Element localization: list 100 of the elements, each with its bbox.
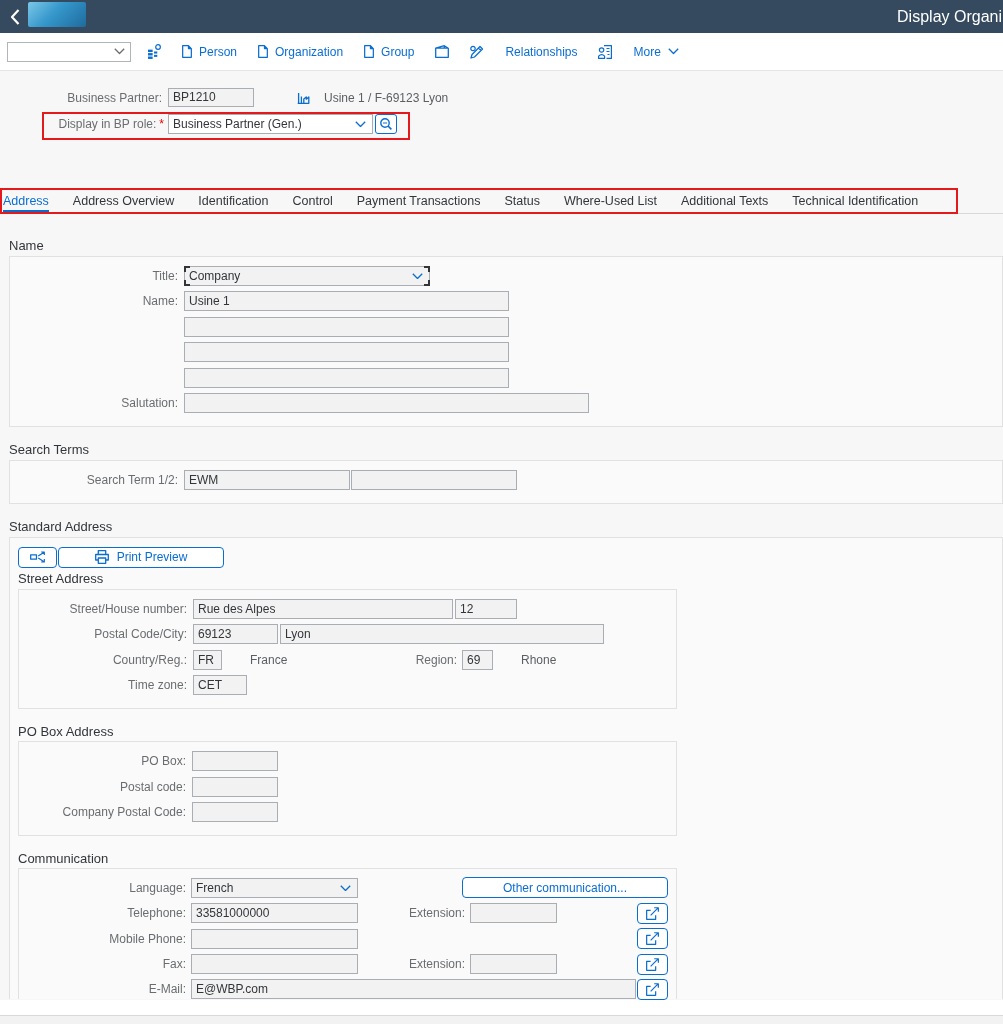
section-heading: Street Address — [18, 570, 105, 587]
dropdown-field[interactable] — [7, 41, 131, 62]
input-field[interactable] — [470, 954, 557, 975]
field-label: Business Partner: — [67, 90, 162, 105]
toolbar-button[interactable]: Person — [182, 43, 238, 60]
field-label: Mobile Phone: — [109, 931, 186, 946]
tab[interactable]: Where-Used List — [563, 190, 657, 212]
input-field[interactable] — [192, 801, 278, 822]
chevron-down-icon — [355, 120, 366, 128]
field-label: Display in BP role: — [58, 117, 157, 131]
input-field[interactable] — [470, 903, 557, 924]
field-label: Search Term 1/2: — [86, 472, 178, 487]
square-arrow-button[interactable] — [637, 928, 668, 950]
chevron-down-icon — [340, 884, 351, 892]
field-label: Postal code: — [119, 779, 186, 794]
value-text: Rhone — [521, 652, 557, 667]
required-mark: * — [159, 117, 164, 131]
chevron-left-icon[interactable] — [10, 8, 20, 25]
input-field[interactable] — [191, 928, 358, 949]
box-icon[interactable] — [435, 45, 450, 58]
tab[interactable]: Identification — [198, 190, 269, 212]
field-label: PO Box: — [141, 754, 186, 769]
section-heading: PO Box Address — [18, 724, 115, 741]
input-field[interactable]: EWM — [184, 469, 350, 490]
input-field[interactable]: 69 — [462, 649, 493, 670]
field-label: Fax: — [162, 957, 186, 972]
input-field[interactable] — [192, 776, 278, 797]
input-field[interactable]: Usine 1 — [184, 291, 509, 312]
square-arrow-button[interactable] — [637, 978, 668, 1000]
input-field[interactable]: 33581000000 — [191, 903, 358, 924]
field-label: Street/House number: — [69, 601, 187, 616]
dropdown-field[interactable]: Business Partner (Gen.) — [168, 114, 373, 134]
field-label: Salutation: — [121, 395, 178, 410]
input-field[interactable] — [184, 316, 509, 337]
value-text: France — [250, 652, 288, 667]
square-arrow-icon — [646, 906, 659, 920]
input-field[interactable]: 69123 — [193, 624, 278, 645]
action-button[interactable]: Other communication... — [462, 877, 668, 899]
toolbar-button[interactable]: Group — [364, 43, 415, 60]
field-label: Telephone: — [127, 906, 186, 921]
dropdown-field[interactable]: French — [191, 877, 358, 898]
input-field[interactable] — [351, 469, 517, 490]
input-field[interactable]: FR — [193, 649, 222, 670]
tab[interactable]: Address — [3, 190, 49, 212]
field-label: E-Mail: — [148, 982, 186, 997]
print-preview-button[interactable]: Print Preview — [58, 546, 224, 568]
input-field[interactable] — [184, 342, 509, 363]
description-text: Usine 1 / F-69123 Lyon — [324, 89, 449, 107]
person-list-icon[interactable] — [598, 44, 613, 59]
input-field[interactable]: Rue des Alpes — [193, 598, 453, 619]
field-label: Name: — [142, 294, 178, 309]
input-field[interactable]: E@WBP.com — [191, 979, 636, 1000]
input-field[interactable] — [191, 954, 358, 975]
search-icon — [380, 118, 392, 130]
more-button[interactable]: More — [633, 43, 679, 60]
section-heading: Communication — [18, 850, 110, 867]
factory-icon — [297, 91, 310, 104]
field-label: Extension: — [408, 957, 465, 972]
tab[interactable]: Additional Texts — [681, 190, 769, 212]
input-field[interactable]: BP1210 — [168, 88, 254, 107]
field-label: Language: — [129, 880, 186, 895]
tab[interactable]: Payment Transactions — [356, 190, 481, 212]
printer-icon — [94, 550, 109, 565]
input-field[interactable] — [184, 367, 509, 388]
input-field[interactable]: 12 — [455, 598, 517, 619]
chevron-down-icon — [114, 48, 125, 55]
section-heading: Search Terms — [9, 441, 90, 458]
square-arrows-button[interactable] — [18, 546, 57, 568]
field-label: Time zone: — [128, 678, 187, 693]
tab[interactable]: Status — [504, 190, 540, 212]
field-label: Title: — [152, 269, 178, 283]
field-label: Extension: — [408, 906, 465, 921]
section-heading: Standard Address — [9, 518, 114, 535]
field-label: Region: — [415, 652, 457, 667]
square-arrow-icon — [646, 982, 659, 996]
tab[interactable]: Address Overview — [72, 190, 175, 212]
pencil-icon[interactable] — [470, 44, 485, 59]
square-arrow-button[interactable] — [637, 953, 668, 975]
dropdown-field[interactable]: Company — [184, 266, 430, 286]
input-field[interactable]: Lyon — [280, 624, 604, 645]
square-arrow-icon — [646, 932, 659, 946]
input-field[interactable] — [184, 392, 589, 413]
field-label: Country/Reg.: — [112, 652, 187, 667]
page-title: Display Organi — [897, 6, 1003, 27]
document-icon — [182, 45, 192, 58]
tab[interactable]: Control — [292, 190, 333, 212]
input-field[interactable] — [192, 751, 278, 772]
toolbar-button[interactable]: Organization — [258, 43, 344, 60]
field-label: Postal Code/City: — [94, 627, 187, 642]
toolbar-button[interactable]: Relationships — [505, 43, 578, 60]
square-arrow-button[interactable] — [637, 902, 668, 924]
input-field[interactable]: CET — [193, 675, 247, 696]
hierarchy-icon[interactable] — [148, 44, 161, 59]
search-button[interactable] — [375, 114, 397, 134]
field-label: Company Postal Code: — [62, 804, 186, 819]
square-arrows-icon — [30, 551, 45, 564]
document-icon — [364, 45, 375, 58]
tab[interactable]: Technical Identification — [792, 190, 919, 212]
logo-placeholder — [28, 2, 86, 27]
square-arrow-icon — [646, 957, 659, 971]
